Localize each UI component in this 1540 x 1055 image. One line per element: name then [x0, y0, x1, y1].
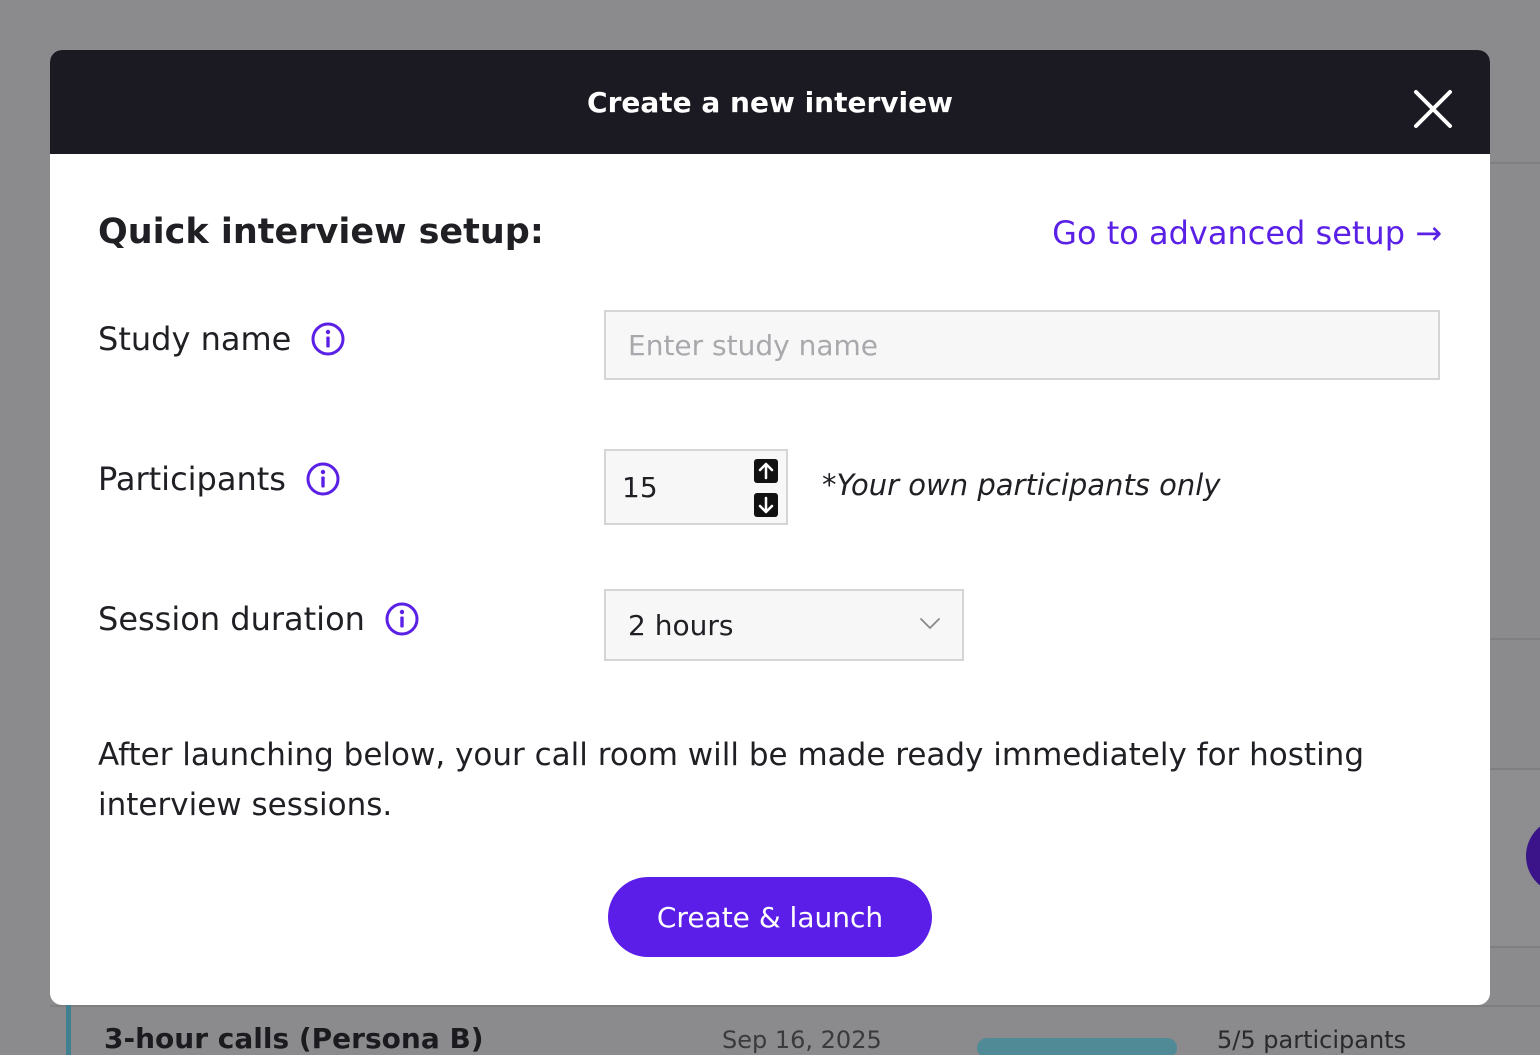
- background-divider: [1490, 162, 1540, 164]
- row-accent-bar: [66, 1005, 71, 1055]
- row-progress-bar: [977, 1038, 1177, 1055]
- arrow-up-icon[interactable]: [754, 459, 778, 483]
- participants-label-group: Participants: [98, 460, 340, 498]
- info-icon[interactable]: [385, 602, 419, 636]
- background-divider: [1490, 638, 1540, 640]
- participants-note: *Your own participants only: [822, 468, 1221, 502]
- row-title: 3-hour calls (Persona B): [104, 1022, 484, 1055]
- setup-heading: Quick interview setup:: [98, 212, 544, 252]
- close-icon: [1414, 90, 1452, 128]
- chevron-down-icon: [920, 618, 940, 629]
- create-interview-modal: Create a new interview Quick interview s…: [50, 50, 1490, 1005]
- row-date: Sep 16, 2025: [722, 1026, 882, 1054]
- info-icon[interactable]: [306, 462, 340, 496]
- row-participants-count: 5/5 participants: [1217, 1026, 1407, 1054]
- study-name-label-group: Study name: [98, 320, 345, 358]
- modal-header: Create a new interview: [50, 50, 1490, 154]
- participants-label: Participants: [98, 460, 286, 498]
- participants-stepper[interactable]: 15: [604, 449, 788, 525]
- advanced-setup-link[interactable]: Go to advanced setup →: [1052, 214, 1442, 252]
- close-button[interactable]: [1410, 86, 1456, 132]
- session-duration-label-group: Session duration: [98, 600, 419, 638]
- session-duration-select[interactable]: 2 hours: [604, 589, 964, 661]
- session-duration-value: 2 hours: [628, 609, 734, 642]
- launch-description: After launching below, your call room wi…: [98, 737, 1365, 823]
- modal-title: Create a new interview: [587, 86, 953, 119]
- study-name-input[interactable]: [604, 310, 1440, 380]
- session-duration-label: Session duration: [98, 600, 365, 638]
- arrow-down-icon[interactable]: [754, 493, 778, 517]
- study-name-label: Study name: [98, 320, 292, 358]
- participants-value[interactable]: 15: [622, 471, 658, 504]
- info-icon[interactable]: [311, 322, 345, 356]
- create-launch-button[interactable]: Create & launch: [608, 877, 932, 957]
